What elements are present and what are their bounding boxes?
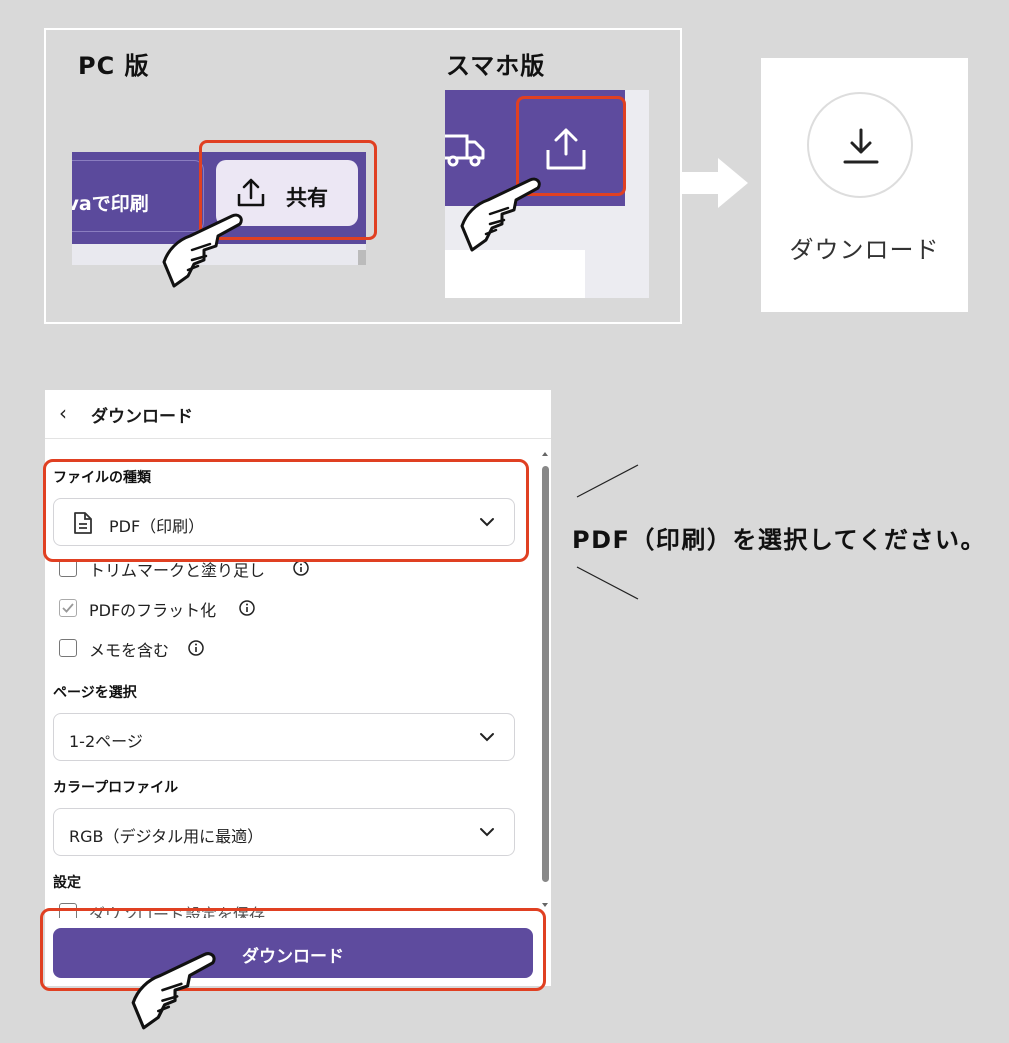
print-button-label: nvaで印刷 xyxy=(72,193,149,215)
smartphone-version-label: スマホ版 xyxy=(446,52,546,80)
chevron-down-icon xyxy=(480,828,494,837)
scroll-down-arrow-icon[interactable] xyxy=(541,901,549,909)
instruction-callout: PDF（印刷）を選択してください。 xyxy=(572,526,986,554)
panel-header: ‹ ダウンロード xyxy=(45,390,551,439)
flatten-pdf-checkbox[interactable] xyxy=(59,599,77,617)
pc-version-label: PC 版 xyxy=(78,52,150,80)
color-profile-value: RGB（デジタル用に最適） xyxy=(69,827,264,846)
color-profile-select[interactable]: RGB（デジタル用に最適） xyxy=(53,808,515,856)
color-profile-label: カラープロファイル xyxy=(53,780,179,796)
flatten-pdf-label: PDFのフラット化 xyxy=(89,601,217,620)
scrollbar-thumb[interactable] xyxy=(542,466,549,882)
scroll-up-arrow-icon[interactable] xyxy=(541,450,549,458)
scroll-edge xyxy=(358,250,366,265)
download-card-label: ダウンロード xyxy=(789,236,940,264)
download-circle-button[interactable] xyxy=(807,92,913,198)
info-icon[interactable] xyxy=(239,600,255,616)
chevron-down-icon xyxy=(480,733,494,742)
pages-label: ページを選択 xyxy=(53,685,137,701)
include-notes-checkbox[interactable] xyxy=(59,639,77,657)
back-chevron-icon[interactable]: ‹ xyxy=(59,401,67,425)
info-icon[interactable] xyxy=(188,640,204,656)
pointing-hand-icon xyxy=(460,177,541,252)
smartphone-content-area xyxy=(445,250,585,298)
settings-label: 設定 xyxy=(53,875,81,891)
include-notes-label: メモを含む xyxy=(89,641,170,660)
download-icon-card: ダウンロード xyxy=(761,58,968,312)
panel-title: ダウンロード xyxy=(91,407,193,427)
info-icon[interactable] xyxy=(293,560,309,576)
right-arrow-icon xyxy=(682,158,748,208)
truck-icon xyxy=(445,134,485,167)
pointing-hand-icon xyxy=(131,952,216,1030)
pages-value: 1-2ページ xyxy=(69,732,143,751)
download-icon xyxy=(843,128,879,164)
check-icon xyxy=(62,603,74,613)
download-button-highlight-box xyxy=(40,908,546,991)
pages-select[interactable]: 1-2ページ xyxy=(53,713,515,761)
file-type-highlight-box xyxy=(43,459,529,562)
pointing-hand-icon xyxy=(162,213,243,288)
